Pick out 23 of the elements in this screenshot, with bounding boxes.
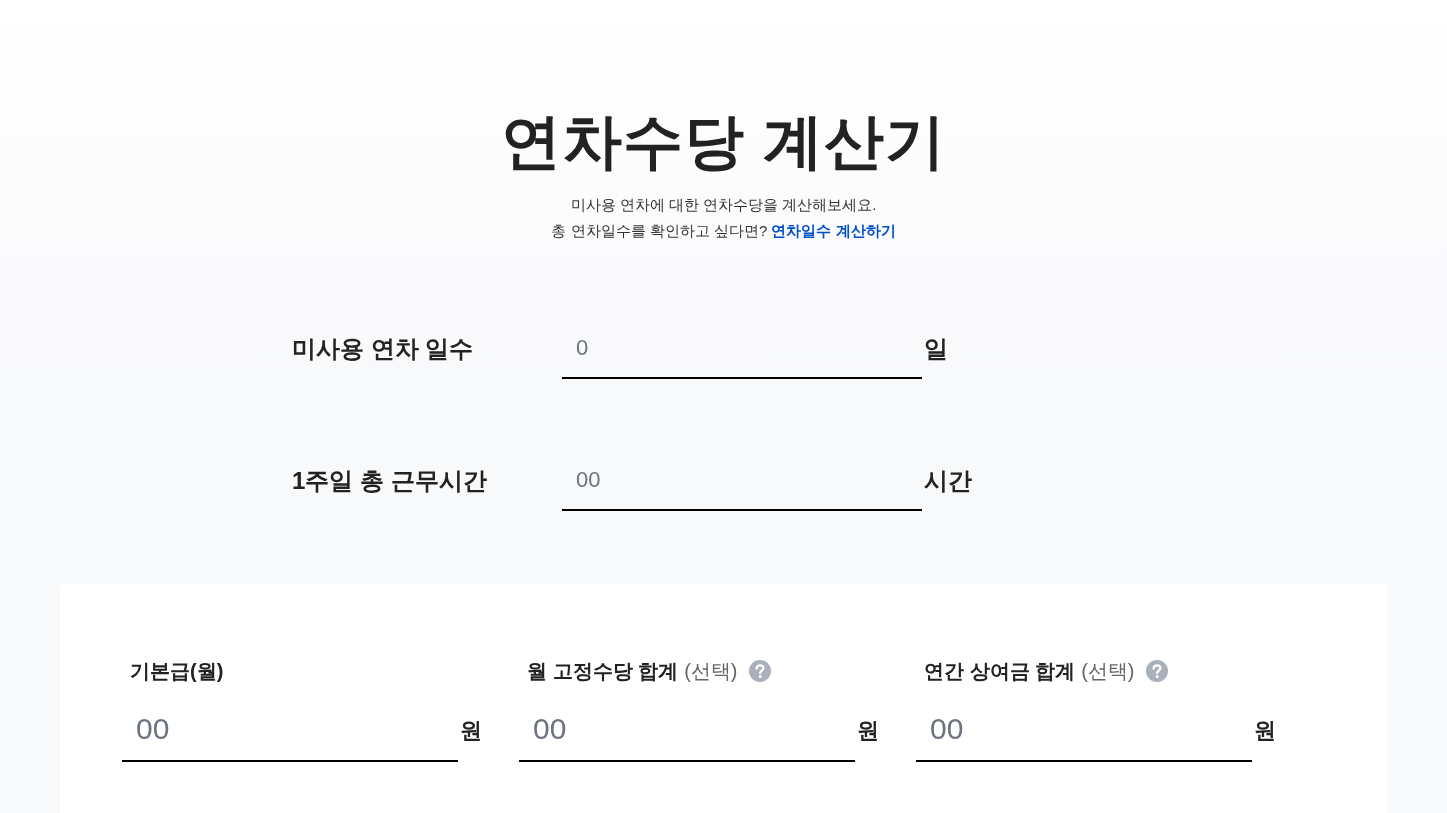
- field-label: 연간 상여금 합계: [924, 659, 1076, 683]
- prompt-text: 총 연차일수를 확인하고 싶다면? 연차일수 계산하기: [551, 221, 896, 241]
- input-field[interactable]: 0: [562, 318, 922, 379]
- unit-label: 원: [857, 717, 879, 745]
- calculator-link[interactable]: 연차일수 계산하기: [771, 222, 896, 239]
- page-title: 연차수당 계산기: [501, 107, 946, 177]
- field-label: 미사용 연차 일수: [292, 333, 475, 364]
- optional-note: (선택): [1081, 659, 1135, 683]
- input-field[interactable]: 00: [519, 700, 855, 762]
- description-text: 미사용 연차에 대한 연차수당을 계산해보세요.: [570, 195, 877, 215]
- field-label: 월 고정수당 합계: [527, 659, 679, 683]
- help-icon[interactable]: [1146, 660, 1169, 682]
- unit-label: 일: [924, 333, 948, 364]
- unit-label: 시간: [924, 465, 972, 496]
- input-field[interactable]: 00: [122, 700, 458, 762]
- unit-label: 원: [1254, 717, 1276, 745]
- input-field[interactable]: 00: [562, 450, 922, 511]
- optional-note: (선택): [684, 659, 738, 683]
- input-field[interactable]: 00: [916, 700, 1252, 762]
- field-label: 1주일 총 근무시간: [292, 465, 488, 496]
- field-label: 기본급(월): [130, 659, 224, 683]
- help-icon[interactable]: [749, 660, 772, 682]
- unit-label: 원: [460, 717, 482, 745]
